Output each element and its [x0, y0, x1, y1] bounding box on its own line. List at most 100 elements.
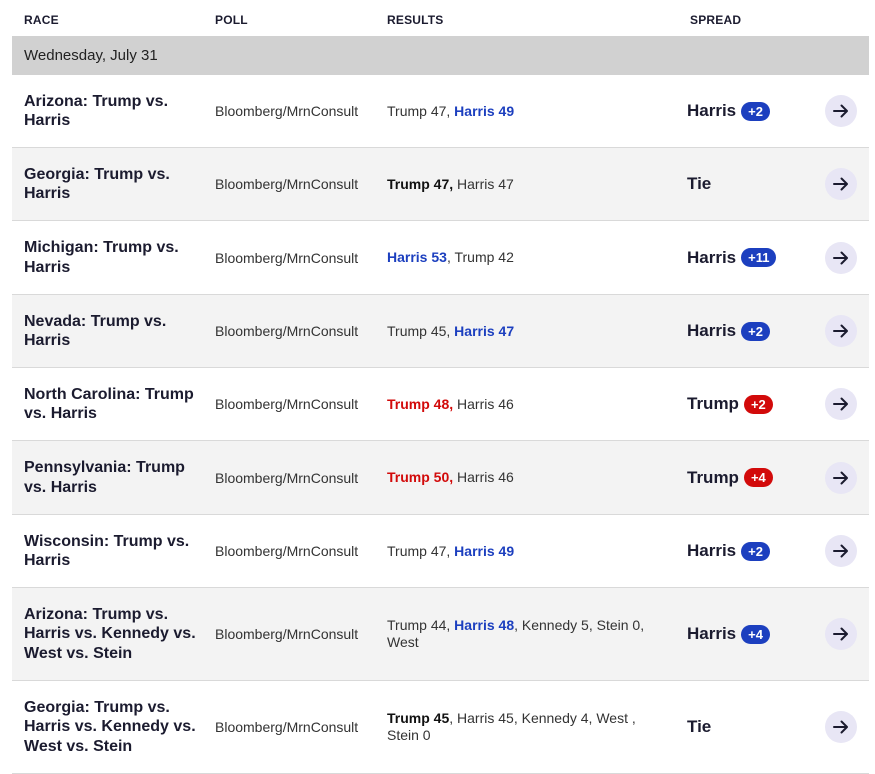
poll-source: Bloomberg/MrnConsult	[215, 626, 359, 642]
spread-margin-badge: +4	[741, 624, 770, 644]
poll-row: Georgia: Trump vs. Harris Bloomberg/MrnCo…	[12, 148, 869, 221]
race-name: Nevada: Trump vs. Harris	[24, 312, 167, 350]
poll-results: Trump 44, Harris 48, Kennedy 5, Stein 0,…	[387, 588, 662, 680]
arrow-right-icon	[833, 251, 848, 264]
result-segment: Harris 46	[453, 395, 514, 412]
view-poll-button[interactable]	[825, 461, 857, 494]
spread-margin-badge: +2	[741, 321, 770, 341]
row-action	[825, 515, 857, 587]
header-race: RACE	[24, 13, 59, 27]
poll-row: Pennsylvania: Trump vs. Harris Bloomberg/…	[12, 441, 869, 515]
arrow-right-icon	[833, 544, 848, 558]
spread-leader: Tie	[687, 174, 712, 193]
row-action	[825, 295, 857, 367]
result-segment: Harris 46	[453, 469, 514, 485]
header-poll: POLL	[215, 13, 248, 27]
table-header: RACE POLL RESULTS SPREAD	[12, 0, 869, 36]
arrow-right-icon	[833, 324, 848, 338]
poll-results: Harris 53, Trump 42	[387, 221, 662, 294]
date-group-header: Wednesday, July 31	[12, 36, 869, 75]
row-action	[825, 75, 857, 147]
view-poll-button[interactable]	[825, 388, 857, 420]
row-action	[825, 368, 857, 440]
poll-row: Nevada: Trump vs. Harris Bloomberg/MrnCon…	[12, 295, 869, 368]
race-name: Georgia: Trump vs. Harris	[24, 165, 170, 203]
result-segment: ,	[446, 102, 455, 119]
poll-row: North Carolina: Trump vs. Harris Bloomber…	[12, 368, 869, 441]
result-segment: Harris 47	[454, 322, 515, 339]
spread-leader: Harris	[687, 247, 737, 267]
spread: Harris +2	[687, 75, 807, 147]
race-name: Arizona: Trump vs. Harris	[24, 92, 169, 130]
row-action	[825, 441, 857, 514]
spread-margin-badge: +2	[743, 394, 773, 414]
view-poll-button[interactable]	[825, 315, 857, 347]
spread-leader: Harris	[687, 101, 737, 120]
spread-margin-badge: +11	[741, 248, 777, 267]
arrow-right-icon	[833, 720, 848, 734]
result-segment: , Trump 42	[446, 249, 514, 265]
poll-row: Michigan: Trump vs. Harris Bloomberg/MrnC…	[12, 221, 869, 295]
spread: Harris +4	[687, 588, 807, 680]
spread: Trump +4	[687, 441, 807, 514]
arrow-right-icon	[833, 627, 848, 641]
arrow-right-icon	[833, 104, 848, 118]
result-segment: Harris 49	[454, 102, 515, 119]
row-action	[825, 221, 857, 294]
result-segment: Trump 50,	[387, 469, 454, 485]
result-segment: Harris 48	[454, 617, 515, 633]
poll-row: Georgia: Trump vs. Harris vs. Kennedy vs…	[12, 681, 869, 774]
result-segment: Trump 47,	[387, 542, 455, 559]
spread-margin-badge: +2	[741, 101, 770, 121]
poll-results: Trump 47, Harris 49	[387, 515, 662, 587]
poll-source: Bloomberg/MrnConsult	[215, 719, 359, 735]
race-name: Pennsylvania: Trump vs. Harris	[24, 459, 185, 496]
poll-source: Bloomberg/MrnConsult	[215, 103, 359, 119]
arrow-right-icon	[833, 397, 848, 411]
header-results: RESULTS	[387, 13, 444, 27]
poll-row: Wisconsin: Trump vs. Harris Bloomberg/Mrn…	[12, 515, 869, 588]
spread: Tie	[687, 681, 807, 773]
poll-source: Bloomberg/MrnConsult	[215, 543, 359, 559]
poll-source: Bloomberg/MrnConsult	[215, 176, 359, 192]
arrow-right-icon	[833, 177, 848, 191]
result-segment: Harris 53	[387, 249, 447, 265]
spread: Trump +2	[687, 368, 807, 440]
poll-results: Trump 48, Harris 46	[387, 368, 662, 440]
view-poll-button[interactable]	[825, 535, 857, 567]
spread-leader: Harris	[687, 321, 737, 340]
spread-margin-badge: +4	[743, 468, 773, 487]
poll-results: Trump 50, Harris 46	[387, 441, 662, 514]
result-segment: Trump 48,	[387, 395, 454, 412]
poll-source: Bloomberg/MrnConsult	[215, 323, 359, 339]
result-segment: Harris 47	[453, 175, 514, 192]
poll-source: Bloomberg/MrnConsult	[215, 396, 359, 412]
result-segment: Harris 49	[454, 542, 515, 559]
spread-leader: Harris	[687, 541, 737, 560]
poll-source: Bloomberg/MrnConsult	[215, 249, 359, 266]
spread-margin-badge: +2	[741, 541, 770, 561]
result-segment: Trump 45	[387, 710, 450, 726]
row-action	[825, 681, 857, 773]
spread: Harris +2	[687, 515, 807, 587]
result-segment: Trump 47,	[387, 175, 454, 192]
race-name: North Carolina: Trump vs. Harris	[24, 385, 194, 423]
polls-table: RACE POLL RESULTS SPREAD Wednesday, July…	[12, 0, 869, 774]
spread-leader: Trump	[687, 467, 739, 487]
poll-row: Arizona: Trump vs. Harris Bloomberg/MrnCo…	[12, 75, 869, 148]
view-poll-button[interactable]	[825, 95, 857, 127]
view-poll-button[interactable]	[825, 618, 857, 650]
view-poll-button[interactable]	[825, 168, 857, 200]
poll-row: Arizona: Trump vs. Harris vs. Kennedy vs…	[12, 588, 869, 681]
row-action	[825, 588, 857, 680]
row-action	[825, 148, 857, 220]
poll-results: Trump 47, Harris 47	[387, 148, 662, 220]
result-segment: Trump 45,	[387, 322, 455, 339]
race-name: Wisconsin: Trump vs. Harris	[24, 532, 190, 570]
poll-results: Trump 47, Harris 49	[387, 75, 662, 147]
spread: Harris +11	[687, 221, 807, 294]
poll-results: Trump 45, Harris 45, Kennedy 4, West , S…	[387, 681, 662, 773]
view-poll-button[interactable]	[825, 711, 857, 743]
view-poll-button[interactable]	[825, 241, 857, 274]
result-segment: Trump 47	[387, 102, 447, 119]
